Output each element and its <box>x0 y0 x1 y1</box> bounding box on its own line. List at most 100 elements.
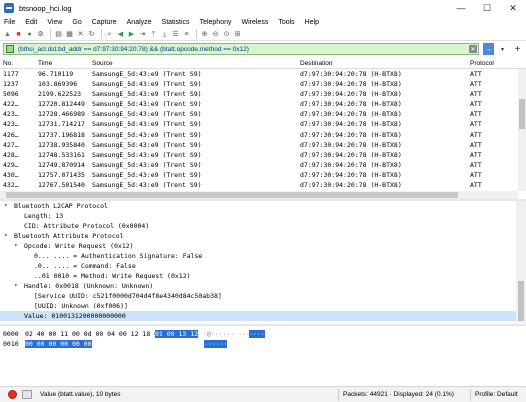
cell-no: 426… <box>3 130 19 139</box>
menu-tools[interactable]: Tools <box>278 19 294 26</box>
zoom-out-icon[interactable]: ⊖ <box>211 30 220 39</box>
scrollbar-thumb[interactable] <box>518 281 524 321</box>
expand-toggle-icon[interactable]: ▾ <box>4 201 8 211</box>
status-profile[interactable]: Profile: Default <box>475 391 518 398</box>
column-header-no[interactable]: No. <box>3 60 13 67</box>
display-filter-text[interactable]: (bthci_acl.dst.bd_addr == d7:97:30:94:20… <box>18 46 249 53</box>
cell-no: 423… <box>3 120 19 129</box>
hex-ascii-highlighted[interactable]: ······ <box>204 340 228 348</box>
close-window-button[interactable]: ✕ <box>500 0 526 16</box>
capture-options-icon[interactable]: ⚙ <box>36 30 45 39</box>
detail-tree-item[interactable]: 0... .... = Authentication Signature: Fa… <box>0 251 516 261</box>
packet-row[interactable]: 426… 12737.196818 SamsungE_5d:43:e9 (Trent… <box>0 130 518 140</box>
detail-tree-item[interactable]: ▾ Bluetooth L2CAP Protocol <box>0 201 516 211</box>
pane-divider[interactable] <box>0 324 526 326</box>
go-forward-icon[interactable]: ▶ <box>127 30 136 39</box>
colorize-icon[interactable]: ≡ <box>182 30 191 39</box>
maximize-button[interactable]: ☐ <box>474 0 500 16</box>
apply-filter-button[interactable]: → <box>483 43 494 55</box>
cell-destination: d7:97:30:94:20:78 (H-BTX8) <box>300 90 402 99</box>
column-header-source[interactable]: Source <box>92 60 113 67</box>
packet-list-scrollbar[interactable] <box>518 69 526 191</box>
hex-bytes[interactable]: 02 40 00 11 00 0d 00 04 00 12 18 00 <box>25 330 162 338</box>
packet-list-hscrollbar[interactable] <box>0 191 518 199</box>
column-header-time[interactable]: Time <box>38 60 52 67</box>
detail-tree-text: Length: 13 <box>24 212 64 220</box>
status-separator <box>338 389 339 401</box>
restart-capture-icon[interactable]: ● <box>25 30 34 39</box>
toolbar-separator <box>101 29 102 39</box>
packet-row[interactable]: 430… 12757.071435 SamsungE_5d:43:e9 (Trent… <box>0 170 518 180</box>
first-packet-icon[interactable]: ⤒ <box>149 30 158 39</box>
filter-history-dropdown-icon[interactable]: ▾ <box>497 43 508 55</box>
hex-row[interactable]: 0010 00 00 00 00 00 00 ······ <box>0 340 526 349</box>
scrollbar-thumb[interactable] <box>6 192 458 198</box>
menu-help[interactable]: Help <box>305 19 319 26</box>
detail-tree-item[interactable]: ▾ Bluetooth Attribute Protocol <box>0 231 516 241</box>
find-packet-icon[interactable]: ⌕ <box>105 30 114 39</box>
detail-tree-item[interactable]: ▾ Handle: 0x0018 (Unknown: Unknown) <box>0 281 516 291</box>
start-capture-icon[interactable]: ▲ <box>3 30 12 39</box>
cell-time: 12757.071435 <box>38 170 85 179</box>
save-file-icon[interactable]: ▦ <box>65 30 74 39</box>
detail-tree-item[interactable]: .0.. .... = Command: False <box>0 261 516 271</box>
detail-tree-item[interactable]: ▾ Opcode: Write Request (0x12) <box>0 241 516 251</box>
detail-tree-item[interactable]: ..01 0010 = Method: Write Request (0x12) <box>0 271 516 281</box>
expert-info-icon[interactable] <box>8 390 17 399</box>
scrollbar-thumb[interactable] <box>519 99 525 129</box>
zoom-normal-icon[interactable]: ⊙ <box>222 30 231 39</box>
add-filter-button-icon[interactable]: + <box>512 43 523 55</box>
packet-row[interactable]: 423… 12731.714217 SamsungE_5d:43:e9 (Trent… <box>0 119 518 129</box>
packet-row[interactable]: 429… 12749.870914 SamsungE_5d:43:e9 (Trent… <box>0 160 518 170</box>
cell-no: 5096 <box>3 90 19 99</box>
stop-capture-icon[interactable]: ■ <box>14 30 23 39</box>
packet-row[interactable]: 422… 12720.812449 SamsungE_5d:43:e9 (Trent… <box>0 99 518 109</box>
minimize-button[interactable]: — <box>448 0 474 16</box>
capture-comment-icon[interactable] <box>22 390 32 399</box>
reload-file-icon[interactable]: ↻ <box>87 30 96 39</box>
detail-tree-item[interactable]: Value: 0100131200000000000 <box>0 311 516 321</box>
detail-tree-item[interactable]: Length: 13 <box>0 211 516 221</box>
expand-toggle-icon[interactable]: ▾ <box>14 281 18 291</box>
packet-details-scrollbar[interactable] <box>516 201 526 323</box>
packet-row[interactable]: 427… 12738.935840 SamsungE_5d:43:e9 (Trent… <box>0 140 518 150</box>
autoscroll-icon[interactable]: ☰ <box>171 30 180 39</box>
menu-telephony[interactable]: Telephony <box>200 19 232 26</box>
menu-capture[interactable]: Capture <box>92 19 117 26</box>
column-header-protocol[interactable]: Protocol <box>470 60 494 67</box>
go-back-icon[interactable]: ◀ <box>116 30 125 39</box>
packet-row[interactable]: 1237 103.869396 SamsungE_5d:43:e9 (Trent S… <box>0 79 518 89</box>
menu-wireless[interactable]: Wireless <box>241 19 268 26</box>
packet-row[interactable]: 428… 12748.533161 SamsungE_5d:43:e9 (Trent… <box>0 150 518 160</box>
zoom-in-icon[interactable]: ⊕ <box>200 30 209 39</box>
last-packet-icon[interactable]: ⤓ <box>160 30 169 39</box>
menu-view[interactable]: View <box>47 19 62 26</box>
expand-toggle-icon[interactable]: ▾ <box>14 241 18 251</box>
open-file-icon[interactable]: ▤ <box>54 30 63 39</box>
packet-row[interactable]: 5096 2199.622523 SamsungE_5d:43:e9 (Trent … <box>0 89 518 99</box>
detail-tree-item[interactable]: CID: Attribute Protocol (0x0004) <box>0 221 516 231</box>
packet-row[interactable]: 432… 12767.501540 SamsungE_5d:43:e9 (Trent… <box>0 180 518 190</box>
column-header-destination[interactable]: Destination <box>300 60 333 67</box>
display-filter-input[interactable]: (bthci_acl.dst.bd_addr == d7:97:30:94:20… <box>3 43 479 55</box>
filter-bookmark-icon[interactable] <box>6 45 14 53</box>
go-to-packet-icon[interactable]: ⇥ <box>138 30 147 39</box>
menu-statistics[interactable]: Statistics <box>162 19 190 26</box>
resize-columns-icon[interactable]: ⊞ <box>233 30 242 39</box>
menu-file[interactable]: File <box>4 19 15 26</box>
menu-edit[interactable]: Edit <box>25 19 37 26</box>
clear-filter-icon[interactable]: ✕ <box>469 45 477 53</box>
hex-ascii-highlighted[interactable]: ···· <box>249 330 265 338</box>
packet-row[interactable]: 1177 96.710119 SamsungE_5d:43:e9 (Trent S9… <box>0 69 518 79</box>
hex-bytes-highlighted[interactable]: 01 00 13 12 <box>155 330 199 338</box>
menu-analyze[interactable]: Analyze <box>127 19 152 26</box>
hex-bytes-highlighted[interactable]: 00 00 00 00 00 00 <box>25 340 92 348</box>
close-file-icon[interactable]: ✕ <box>76 30 85 39</box>
hex-row[interactable]: 0000 02 40 00 11 00 0d 00 04 00 12 18 00… <box>0 330 526 339</box>
expand-toggle-icon[interactable]: ▾ <box>4 231 8 241</box>
detail-tree-item[interactable]: [Service UUID: c521f0000d704d4f8e4340d84… <box>0 291 516 301</box>
detail-tree-item[interactable]: [UUID: Unknown (0xf006)] <box>0 301 516 311</box>
hex-ascii[interactable]: ·@······ ···· <box>203 330 254 338</box>
menu-go[interactable]: Go <box>72 19 81 26</box>
packet-row[interactable]: 423… 12728.466989 SamsungE_5d:43:e9 (Trent… <box>0 109 518 119</box>
